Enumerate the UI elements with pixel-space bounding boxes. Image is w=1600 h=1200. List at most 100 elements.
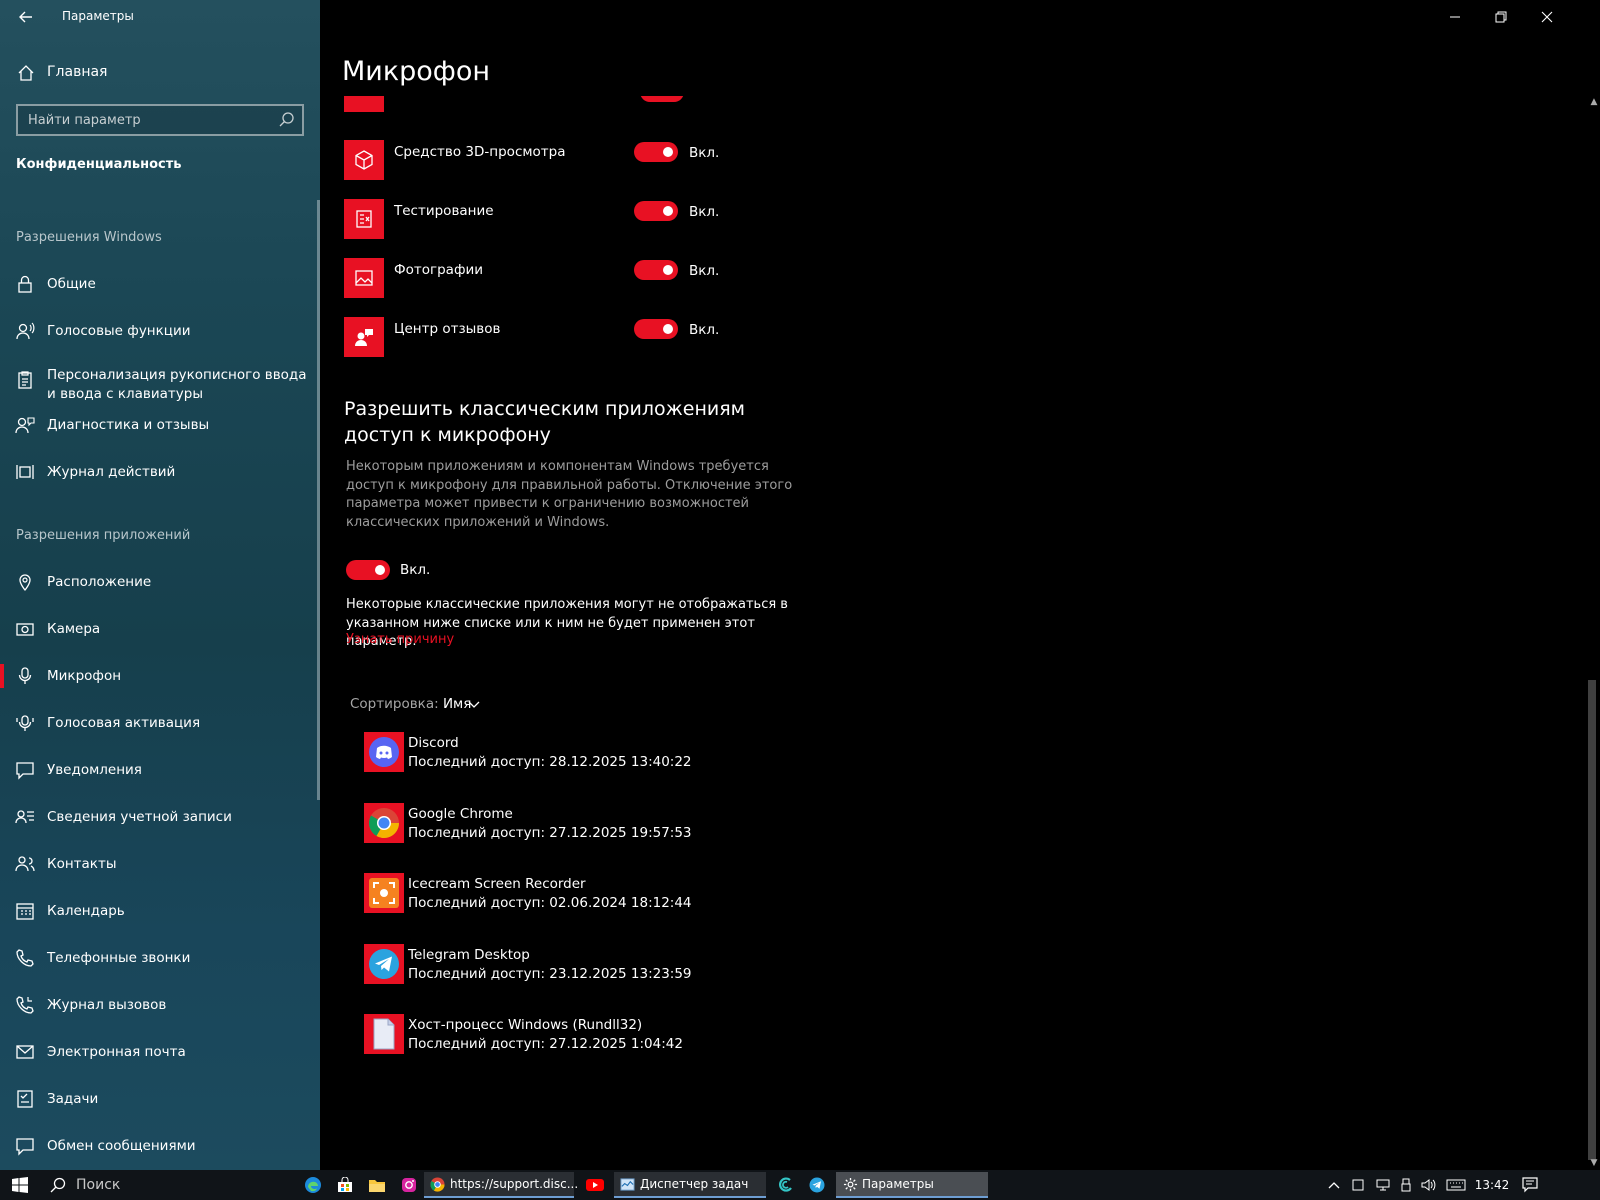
sidebar-item-general[interactable]: Общие [0, 264, 320, 304]
category-title: Конфиденциальность [16, 157, 182, 172]
taskbar-task-label: Диспетчер задач [640, 1177, 749, 1191]
sidebar-item-email[interactable]: Электронная почта [0, 1032, 320, 1072]
search-box[interactable] [16, 104, 304, 136]
tray-box-icon [1352, 1179, 1364, 1191]
back-button[interactable] [12, 4, 40, 30]
tray-chevron[interactable] [1324, 1170, 1344, 1200]
youtube-icon [586, 1179, 604, 1191]
feedback-person-icon [15, 417, 35, 434]
sidebar-item-tasks[interactable]: Задачи [0, 1079, 320, 1119]
sidebar-item-label: Расположение [47, 574, 152, 590]
taskbar-task-chrome[interactable]: https://support.disc... [424, 1172, 578, 1198]
sidebar-item-location[interactable]: Расположение [0, 562, 320, 602]
sidebar-item-activity-history[interactable]: Журнал действий [0, 452, 320, 492]
taskbar-task-label: Параметры [862, 1177, 934, 1191]
classic-app-name: Google Chrome [408, 806, 513, 822]
classic-apps-heading: Разрешить классическим приложениям досту… [344, 398, 745, 446]
sidebar-item-account-info[interactable]: Сведения учетной записи [0, 797, 320, 837]
classic-app-row: Telegram Desktop Последний доступ: 23.12… [364, 944, 824, 988]
app-tile [344, 317, 384, 357]
app-toggle[interactable] [634, 201, 678, 221]
discord-icon [369, 737, 399, 767]
classic-app-last-access: Последний доступ: 27.12.2025 1:04:42 [408, 1036, 683, 1052]
learn-why-link[interactable]: Узнать причину [346, 632, 454, 647]
taskbar-telegram[interactable] [802, 1173, 832, 1197]
restore-button[interactable] [1478, 0, 1524, 34]
taskbar-explorer[interactable] [362, 1173, 392, 1197]
mail-icon [16, 1045, 34, 1059]
sidebar-item-phone-calls[interactable]: Телефонные звонки [0, 938, 320, 978]
tray-clock[interactable]: 13:42 [1472, 1170, 1512, 1200]
action-center-button[interactable] [1516, 1170, 1544, 1200]
sidebar-item-diagnostics[interactable]: Диагностика и отзывы [0, 405, 320, 445]
taskbar-youtube[interactable] [580, 1173, 610, 1197]
partial-toggle[interactable] [640, 96, 684, 102]
main-scrollbar-thumb[interactable] [1588, 680, 1596, 1160]
tray-volume[interactable] [1418, 1170, 1440, 1200]
tray-keyboard[interactable] [1444, 1170, 1468, 1200]
sidebar-item-calendar[interactable]: Календарь [0, 891, 320, 931]
app-tile [344, 140, 384, 180]
start-button[interactable] [0, 1170, 40, 1200]
search-icon[interactable] [278, 111, 296, 129]
activity-history-icon [16, 465, 34, 479]
settings-gear-icon [843, 1177, 858, 1192]
sidebar-item-speech[interactable]: Голосовые функции [0, 311, 320, 351]
main-pane: Микрофон Средство 3D-просмотра Вкл. Тест… [320, 0, 1600, 1170]
toggle-state: Вкл. [689, 263, 720, 279]
sidebar-item-voice-activation[interactable]: Голосовая активация [0, 703, 320, 743]
taskbar-app[interactable] [770, 1173, 800, 1197]
scroll-up-arrow[interactable]: ▲ [1588, 97, 1600, 107]
app-name: Тестирование [394, 203, 494, 219]
calendar-icon [16, 903, 34, 920]
sort-dropdown[interactable]: Сортировка: Имя [350, 696, 480, 712]
sidebar-item-camera[interactable]: Камера [0, 609, 320, 649]
sidebar-item-label: Обмен сообщениями [47, 1138, 196, 1154]
sidebar-item-messaging[interactable]: Обмен сообщениями [0, 1126, 320, 1166]
search-input[interactable] [18, 106, 268, 134]
network-icon [1376, 1179, 1390, 1191]
chevron-up-icon [1328, 1182, 1340, 1189]
taskbar-instagram[interactable] [394, 1173, 424, 1197]
taskbar-store[interactable] [330, 1173, 360, 1197]
close-button[interactable] [1524, 0, 1570, 34]
telegram-icon [369, 949, 399, 979]
sidebar-item-inking-typing[interactable]: Персонализация рукописного ввода и ввода… [0, 358, 320, 410]
sidebar-item-label: Задачи [47, 1091, 99, 1107]
classic-apps-toggle[interactable] [346, 560, 390, 580]
sidebar-item-label: Общие [47, 276, 96, 292]
taskbar-search[interactable]: Поиск [40, 1170, 290, 1200]
toggle-state: Вкл. [689, 145, 720, 161]
sidebar-item-contacts[interactable]: Контакты [0, 844, 320, 884]
speech-icon [16, 322, 35, 340]
tray-usb[interactable] [1396, 1170, 1416, 1200]
volume-icon [1421, 1179, 1436, 1191]
taskbar-edge[interactable] [298, 1173, 328, 1197]
location-icon [19, 574, 31, 592]
sidebar-item-notifications[interactable]: Уведомления [0, 750, 320, 790]
taskbar-task-task-manager[interactable]: Диспетчер задач [614, 1172, 766, 1198]
sidebar-item-label: Журнал вызовов [47, 997, 167, 1013]
page-title: Микрофон [342, 56, 491, 87]
app-toggle[interactable] [634, 142, 678, 162]
minimize-button[interactable] [1432, 0, 1478, 34]
scroll-down-arrow[interactable]: ▼ [1588, 1158, 1600, 1168]
classic-app-last-access: Последний доступ: 28.12.2025 13:40:22 [408, 754, 692, 770]
sidebar: Параметры Главная Конфиденциальность Раз… [0, 0, 320, 1170]
account-info-icon [15, 810, 34, 824]
photo-icon [355, 270, 373, 286]
app-toggle[interactable] [634, 260, 678, 280]
tray-network[interactable] [1372, 1170, 1394, 1200]
nav-home[interactable]: Главная [0, 56, 320, 90]
classic-apps-description: Некоторым приложениям и компонентам Wind… [346, 459, 793, 530]
section-header-windows-permissions: Разрешения Windows [16, 230, 162, 245]
taskbar-task-settings[interactable]: Параметры [836, 1172, 988, 1198]
app-toggle[interactable] [634, 319, 678, 339]
sidebar-item-label: Календарь [47, 903, 125, 919]
sidebar-item-call-history[interactable]: Журнал вызовов [0, 985, 320, 1025]
chrome-icon [368, 808, 399, 839]
sidebar-item-microphone[interactable]: Микрофон [0, 656, 320, 696]
tray-icon-box[interactable] [1348, 1170, 1368, 1200]
sidebar-item-label: Телефонные звонки [47, 950, 191, 966]
taskbar-task-label: https://support.disc... [450, 1177, 579, 1191]
